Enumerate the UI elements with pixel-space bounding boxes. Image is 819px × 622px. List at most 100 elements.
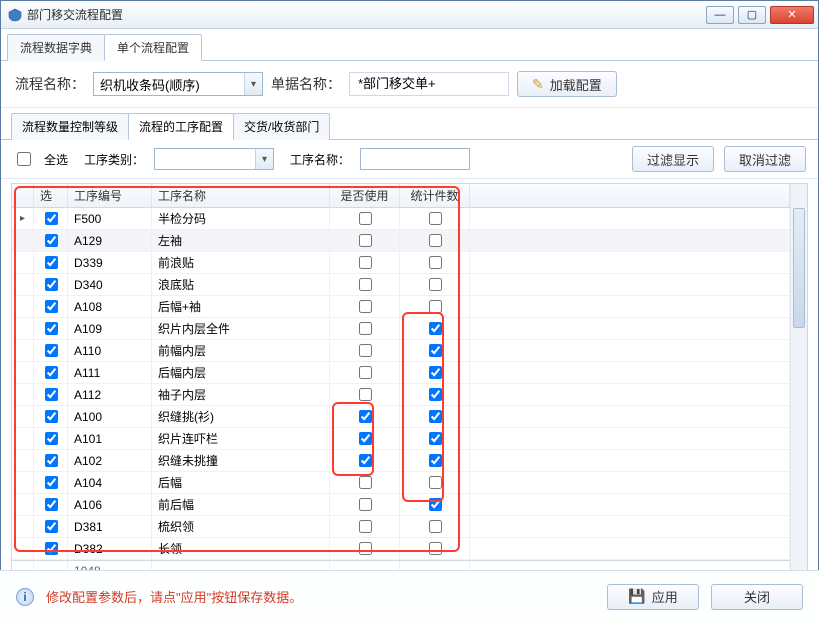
- row-stat-checkbox[interactable]: [429, 410, 442, 423]
- row-select-checkbox[interactable]: [45, 344, 58, 357]
- chevron-down-icon[interactable]: ▾: [244, 73, 262, 95]
- close-button[interactable]: ✕: [770, 6, 814, 24]
- vertical-scrollbar[interactable]: [790, 184, 807, 574]
- table-row[interactable]: A129左袖: [12, 230, 790, 252]
- row-select-checkbox[interactable]: [45, 212, 58, 225]
- chevron-down-icon[interactable]: ▾: [255, 149, 273, 169]
- col-sel[interactable]: 选: [34, 184, 68, 207]
- row-stat-checkbox[interactable]: [429, 256, 442, 269]
- row-indicator: [12, 318, 34, 339]
- row-select-checkbox[interactable]: [45, 432, 58, 445]
- cell-name: 前幅内层: [152, 340, 330, 361]
- col-name[interactable]: 工序名称: [152, 184, 330, 207]
- row-indicator: [12, 472, 34, 493]
- table-row[interactable]: A112袖子内层: [12, 384, 790, 406]
- row-select-checkbox[interactable]: [45, 520, 58, 533]
- row-select-checkbox[interactable]: [45, 454, 58, 467]
- col-stat[interactable]: 统计件数: [400, 184, 470, 207]
- row-stat-checkbox[interactable]: [429, 322, 442, 335]
- row-select-checkbox[interactable]: [45, 234, 58, 247]
- row-use-checkbox[interactable]: [359, 542, 372, 555]
- table-row[interactable]: A111后幅内层: [12, 362, 790, 384]
- bottom-bar: i 修改配置参数后，请点"应用"按钮保存数据。 💾 应用 关闭: [0, 570, 819, 622]
- row-stat-checkbox[interactable]: [429, 520, 442, 533]
- scrollbar-thumb[interactable]: [793, 208, 805, 328]
- table-row[interactable]: ▸F500半检分码: [12, 208, 790, 230]
- row-use-checkbox[interactable]: [359, 234, 372, 247]
- minimize-button[interactable]: —: [706, 6, 734, 24]
- row-stat-checkbox[interactable]: [429, 498, 442, 511]
- table-row[interactable]: D340浪底贴: [12, 274, 790, 296]
- table-row[interactable]: A100织缝挑(衫): [12, 406, 790, 428]
- row-stat-checkbox[interactable]: [429, 454, 442, 467]
- select-all-checkbox[interactable]: [17, 152, 31, 166]
- table-row[interactable]: A110前幅内层: [12, 340, 790, 362]
- proc-type-input[interactable]: [155, 149, 255, 169]
- row-stat-checkbox[interactable]: [429, 234, 442, 247]
- tab-flow-dictionary[interactable]: 流程数据字典: [7, 34, 105, 61]
- row-select-checkbox[interactable]: [45, 256, 58, 269]
- tab-single-flow-config[interactable]: 单个流程配置: [104, 34, 202, 61]
- row-select-checkbox[interactable]: [45, 410, 58, 423]
- tab-process-config[interactable]: 流程的工序配置: [128, 113, 234, 140]
- row-stat-checkbox[interactable]: [429, 542, 442, 555]
- table-row[interactable]: A101织片连吓栏: [12, 428, 790, 450]
- row-select-checkbox[interactable]: [45, 278, 58, 291]
- proc-name-input[interactable]: [360, 148, 470, 170]
- row-select-checkbox[interactable]: [45, 322, 58, 335]
- row-stat-checkbox[interactable]: [429, 476, 442, 489]
- row-select-checkbox[interactable]: [45, 388, 58, 401]
- row-indicator: [12, 406, 34, 427]
- clear-filter-button[interactable]: 取消过滤: [724, 146, 806, 172]
- row-use-checkbox[interactable]: [359, 454, 372, 467]
- table-row[interactable]: D382长领: [12, 538, 790, 560]
- row-stat-checkbox[interactable]: [429, 300, 442, 313]
- row-use-checkbox[interactable]: [359, 410, 372, 423]
- row-select-checkbox[interactable]: [45, 498, 58, 511]
- proc-type-combo[interactable]: ▾: [154, 148, 274, 170]
- row-stat-checkbox[interactable]: [429, 432, 442, 445]
- table-row[interactable]: A104后幅: [12, 472, 790, 494]
- col-code[interactable]: 工序编号: [68, 184, 152, 207]
- table-row[interactable]: A109织片内层全件: [12, 318, 790, 340]
- row-use-checkbox[interactable]: [359, 388, 372, 401]
- apply-button[interactable]: 💾 应用: [607, 584, 699, 610]
- table-row[interactable]: A102织缝未挑撞: [12, 450, 790, 472]
- row-use-checkbox[interactable]: [359, 278, 372, 291]
- cell-code: A129: [68, 230, 152, 251]
- row-select-checkbox[interactable]: [45, 300, 58, 313]
- row-stat-checkbox[interactable]: [429, 344, 442, 357]
- load-config-button[interactable]: ✎ 加载配置: [517, 71, 617, 97]
- row-use-checkbox[interactable]: [359, 256, 372, 269]
- flow-name-input[interactable]: [94, 73, 244, 95]
- tab-delivery-dept[interactable]: 交货/收货部门: [233, 113, 330, 140]
- grid-scroll[interactable]: 选 工序编号 工序名称 是否使用 统计件数 ▸F500半检分码A129左袖D33…: [12, 184, 790, 574]
- table-row[interactable]: A106前后幅: [12, 494, 790, 516]
- row-stat-checkbox[interactable]: [429, 278, 442, 291]
- filter-button[interactable]: 过滤显示: [632, 146, 714, 172]
- row-select-checkbox[interactable]: [45, 542, 58, 555]
- row-use-checkbox[interactable]: [359, 300, 372, 313]
- row-use-checkbox[interactable]: [359, 212, 372, 225]
- tab-qty-control[interactable]: 流程数量控制等级: [11, 113, 129, 140]
- row-select-checkbox[interactable]: [45, 366, 58, 379]
- row-stat-checkbox[interactable]: [429, 212, 442, 225]
- table-row[interactable]: A108后幅+袖: [12, 296, 790, 318]
- row-stat-checkbox[interactable]: [429, 366, 442, 379]
- flow-name-combo[interactable]: ▾: [93, 72, 263, 96]
- row-stat-checkbox[interactable]: [429, 388, 442, 401]
- row-use-checkbox[interactable]: [359, 322, 372, 335]
- close-dialog-button[interactable]: 关闭: [711, 584, 803, 610]
- table-row[interactable]: D381梳织领: [12, 516, 790, 538]
- row-use-checkbox[interactable]: [359, 344, 372, 357]
- col-use[interactable]: 是否使用: [330, 184, 400, 207]
- row-use-checkbox[interactable]: [359, 498, 372, 511]
- row-use-checkbox[interactable]: [359, 366, 372, 379]
- row-use-checkbox[interactable]: [359, 476, 372, 489]
- table-row[interactable]: D339前浪贴: [12, 252, 790, 274]
- row-select-checkbox[interactable]: [45, 476, 58, 489]
- maximize-button[interactable]: ▢: [738, 6, 766, 24]
- window-title: 部门移交流程配置: [27, 6, 706, 23]
- row-use-checkbox[interactable]: [359, 520, 372, 533]
- row-use-checkbox[interactable]: [359, 432, 372, 445]
